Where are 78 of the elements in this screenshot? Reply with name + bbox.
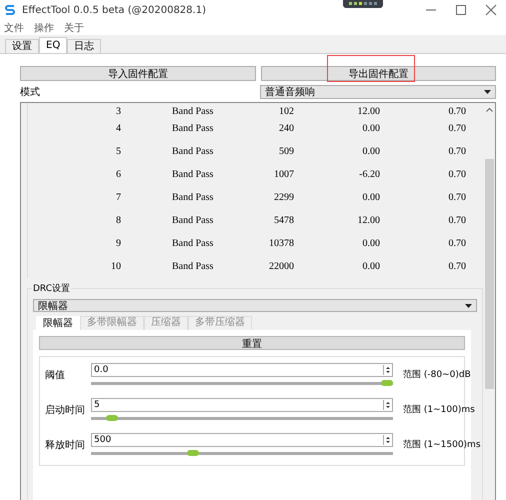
group-title: DRC设置 xyxy=(32,282,72,295)
q-value: 0.70 xyxy=(448,146,466,157)
filter-type: Band Pass xyxy=(172,106,214,117)
frequency-value: 1007 xyxy=(273,169,294,180)
tab[interactable]: 设置 xyxy=(5,39,39,53)
spin-field[interactable]: 5 xyxy=(91,398,393,412)
band-index: 8 xyxy=(115,215,121,226)
tab[interactable]: 日志 xyxy=(67,39,102,53)
spin-arrows-icon[interactable] xyxy=(383,435,392,445)
param-label: 启动时间 xyxy=(45,404,86,417)
slider-thumb[interactable] xyxy=(106,415,118,421)
q-value: 0.70 xyxy=(448,123,466,134)
slider-track[interactable] xyxy=(91,452,393,455)
band-index: 10 xyxy=(110,261,121,272)
gain-value: 0.00 xyxy=(362,261,380,272)
band-index: 4 xyxy=(115,123,121,134)
q-value: 0.70 xyxy=(448,215,466,226)
filter-type: Band Pass xyxy=(172,146,214,157)
spin-arrows-icon[interactable] xyxy=(383,400,392,410)
gain-value: 0.00 xyxy=(362,238,380,249)
config-button[interactable]: 导入固件配置 xyxy=(20,66,256,81)
filter-type: Band Pass xyxy=(172,238,214,249)
dropdown-arrow-icon xyxy=(484,90,491,94)
window-title: EffectTool 0.0.5 beta (@20200828.1) xyxy=(22,4,206,16)
gain-value: 0.00 xyxy=(362,123,380,134)
menu-item[interactable]: 操作 xyxy=(34,20,54,34)
range-label: 范围 (1~1500)ms xyxy=(402,438,481,451)
drc-mode-dropdown[interactable]: 限幅器 xyxy=(33,299,477,312)
filter-type: Band Pass xyxy=(172,169,214,180)
q-value: 0.70 xyxy=(448,238,466,249)
q-value: 0.70 xyxy=(448,261,466,272)
q-value: 0.70 xyxy=(448,106,466,117)
band-index: 5 xyxy=(115,146,121,157)
tab[interactable]: 限幅器 xyxy=(36,316,80,330)
band-index: 7 xyxy=(115,192,121,203)
frequency-value: 5478 xyxy=(273,215,294,226)
spin-field[interactable]: 500 xyxy=(91,433,393,447)
frequency-value: 240 xyxy=(278,123,294,134)
spin-arrows-icon[interactable] xyxy=(383,365,392,375)
mode-dropdown[interactable]: 普通音频响 xyxy=(260,84,496,98)
slider-track[interactable] xyxy=(91,382,393,385)
filter-type: Band Pass xyxy=(172,192,214,203)
mode-label: 模式 xyxy=(20,86,41,98)
filter-type: Band Pass xyxy=(172,215,214,226)
band-index: 9 xyxy=(115,238,121,249)
app-logo-icon xyxy=(4,4,16,16)
gain-value: 0.00 xyxy=(362,192,380,203)
range-label: 范围 (1~100)ms xyxy=(402,404,475,416)
gain-value: 12.00 xyxy=(356,106,380,117)
config-button[interactable]: 导出固件配置 xyxy=(260,66,496,81)
gain-value: -6.20 xyxy=(358,169,380,180)
slider-thumb[interactable] xyxy=(186,450,199,456)
q-value: 0.70 xyxy=(448,169,466,180)
gain-value: 0.00 xyxy=(362,146,380,157)
filter-type: Band Pass xyxy=(172,123,214,134)
frequency-value: 10378 xyxy=(268,238,294,249)
frequency-value: 102 xyxy=(278,106,294,117)
q-value: 0.70 xyxy=(448,192,466,203)
spin-field[interactable]: 0.0 xyxy=(91,363,393,377)
gain-value: 12.00 xyxy=(356,215,380,226)
reset-button[interactable]: 重置 xyxy=(39,336,465,350)
band-index: 6 xyxy=(115,169,121,180)
band-index: 3 xyxy=(115,106,121,117)
slider-thumb[interactable] xyxy=(381,380,393,386)
frequency-value: 509 xyxy=(278,146,294,157)
slider-track[interactable] xyxy=(91,417,393,420)
status-indicator-icon xyxy=(343,0,383,8)
param-label: 释放时间 xyxy=(45,438,86,452)
frequency-value: 22000 xyxy=(268,261,294,272)
dropdown-arrow-icon xyxy=(465,304,472,308)
scroll-up-icon[interactable] xyxy=(486,107,492,112)
menu-item[interactable]: 文件 xyxy=(4,20,24,34)
frequency-value: 2299 xyxy=(273,192,294,203)
tab[interactable]: EQ xyxy=(39,37,68,53)
range-label: 范围 (-80~0)dB xyxy=(402,368,471,381)
param-label: 阈值 xyxy=(45,369,66,382)
filter-type: Band Pass xyxy=(172,261,214,272)
menu-item[interactable]: 关于 xyxy=(64,20,84,34)
